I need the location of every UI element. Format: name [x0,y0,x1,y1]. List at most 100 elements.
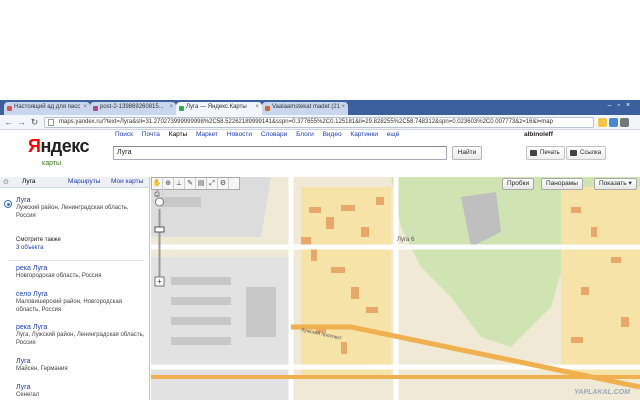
link-button[interactable]: Ссылка [566,146,607,160]
panel-tabs: ⊙ Луга Маршруты Мои карты [0,177,149,188]
close-icon[interactable]: × [83,104,87,110]
zoom-slider[interactable]: + [154,197,165,287]
show-dropdown[interactable]: Показать ▾ [594,178,637,190]
search-input[interactable]: Луга [113,146,447,160]
service-link[interactable]: Почта [142,131,160,138]
printer-icon [530,150,537,156]
result-item[interactable]: Луга Майсен, Германия [16,358,146,373]
user-label: albinoleff [524,131,553,138]
see-also-title: Смотрите также [16,237,61,243]
favicon [265,106,270,111]
result-item[interactable]: река Луга Новгородская область, Россия [16,265,146,280]
tab-search[interactable]: Луга [22,178,35,185]
fullscreen-icon[interactable]: ⤢ [207,178,218,189]
page-icon [48,119,54,126]
link-label: Ссылка [580,150,602,156]
result-item[interactable]: река Луга Луга, Лужский район, Ленинград… [16,324,146,347]
tab-label: Луга — Яндекс.Карты [186,104,247,110]
favicon [179,106,184,111]
show-label: Показать [599,180,627,187]
tab-my-maps[interactable]: Мои карты [111,178,143,185]
hand-tool-icon[interactable]: ✋ [152,178,163,189]
print-label: Печать [540,150,560,156]
user-name[interactable]: albinoleff [524,131,553,138]
map-graphics [151,177,640,400]
browser-tab-active[interactable]: Луга — Яндекс.Карты × [176,102,262,115]
extension-icon[interactable] [609,118,618,127]
traffic-button[interactable]: Пробки [502,178,535,190]
result-desc: Луга, Лужский район, Ленинградская облас… [16,332,145,346]
service-link[interactable]: Новости [227,131,252,138]
close-icon[interactable]: × [169,104,173,110]
logo-rest: ндекс [40,136,90,156]
service-current: Карты [168,131,188,138]
selected-result-radio[interactable] [4,200,12,208]
services-nav: Поиск Почта Карты Маркет Новости Словари… [115,131,406,138]
reload-icon[interactable]: ↻ [29,117,40,128]
close-icon[interactable]: × [341,104,345,110]
result-desc: Майсен, Германия [16,366,68,372]
tab-routes[interactable]: Маршруты [68,178,100,185]
browser-tab[interactable]: Настоящий ад для пасс × [4,102,90,115]
maps-sublogo[interactable]: карты [42,160,61,167]
service-link[interactable]: ещё [387,131,400,138]
panorama-label: Панорамы [546,180,578,187]
tab-label: post-2-139869260815... [100,104,164,110]
panorama-button[interactable]: Панорамы [541,178,583,190]
map-canvas[interactable]: ✋ ⊕ ⟂ ✎ ▤ ⤢ ⚙⎙ + Пробки Панорамы Показать ▾ Лу… [151,177,640,400]
result-desc: Сенегал [16,392,40,398]
favicon [7,106,12,111]
star-icon[interactable] [598,118,607,127]
results-panel: ⊙ Луга Маршруты Мои карты Луга Лужский р… [0,177,150,400]
result-item[interactable]: село Луга Маловишерский район, Новгородс… [16,291,146,314]
layers-icon[interactable]: ▤ [196,178,207,189]
favicon [93,106,98,111]
browser-tab[interactable]: Vaalaamstekat madet (21 × [262,102,348,115]
zoom-slider-graphic: + [154,197,165,287]
menu-icon[interactable] [620,118,629,127]
result-title[interactable]: река Луга [16,324,146,331]
service-link[interactable]: Блоги [296,131,314,138]
window-controls[interactable]: –▫× [608,102,636,109]
traffic-label: Пробки [507,180,530,187]
settings-icon[interactable]: ⚙ [218,178,229,189]
result-title[interactable]: Луга [16,384,146,391]
zoom-tool-icon[interactable]: ⊕ [163,178,174,189]
url-text: maps.yandex.ru/?text=Луга&sll=31.2702739… [59,119,553,125]
address-bar: ← → ↻ maps.yandex.ru/?text=Луга&sll=31.2… [0,115,640,130]
print-button[interactable]: Печать [526,146,565,160]
ruler-icon[interactable]: ⟂ [174,178,185,189]
result-title[interactable]: Луга [16,358,146,365]
back-icon[interactable]: ← [3,117,14,128]
see-also-count[interactable]: 3 объекта [16,244,146,252]
divider [8,260,144,261]
map-tools: ✋ ⊕ ⟂ ✎ ▤ ⤢ ⚙⎙ [151,177,240,200]
close-icon[interactable]: × [255,104,259,110]
blank-area [0,0,640,100]
see-also[interactable]: Смотрите также 3 объекта [16,236,146,252]
street-label: Луга 6 [397,237,415,243]
browser-tab[interactable]: post-2-139869260815... × [90,102,176,115]
service-link[interactable]: Видео [323,131,342,138]
url-input[interactable]: maps.yandex.ru/?text=Луга&sll=31.2702739… [44,117,594,128]
result-desc: Маловишерский район, Новгородская област… [16,299,122,313]
result-title[interactable]: село Луга [16,291,146,298]
forward-icon[interactable]: → [16,117,27,128]
find-button[interactable]: Найти [452,146,482,160]
result-title[interactable]: река Луга [16,265,146,272]
result-desc: Новгородская область, Россия [16,273,102,279]
result-title[interactable]: Луга [16,197,146,204]
link-icon [570,150,577,156]
result-item[interactable]: Луга Сенегал [16,384,146,399]
logo-first-letter: Я [28,136,41,156]
tab-label: Настоящий ад для пасс [14,104,81,110]
service-link[interactable]: Картинки [350,131,378,138]
pencil-icon[interactable]: ✎ [185,178,196,189]
yandex-logo[interactable]: Яндекс [28,136,90,157]
result-item[interactable]: Луга Лужский район, Ленинградская област… [16,197,146,220]
service-link[interactable]: Маркет [196,131,218,138]
service-link[interactable]: Словари [261,131,287,138]
browser-tabbar: Настоящий ад для пасс × post-2-139869260… [0,100,640,115]
pin-icon[interactable]: ⊙ [3,178,10,187]
service-link[interactable]: Поиск [115,131,133,138]
